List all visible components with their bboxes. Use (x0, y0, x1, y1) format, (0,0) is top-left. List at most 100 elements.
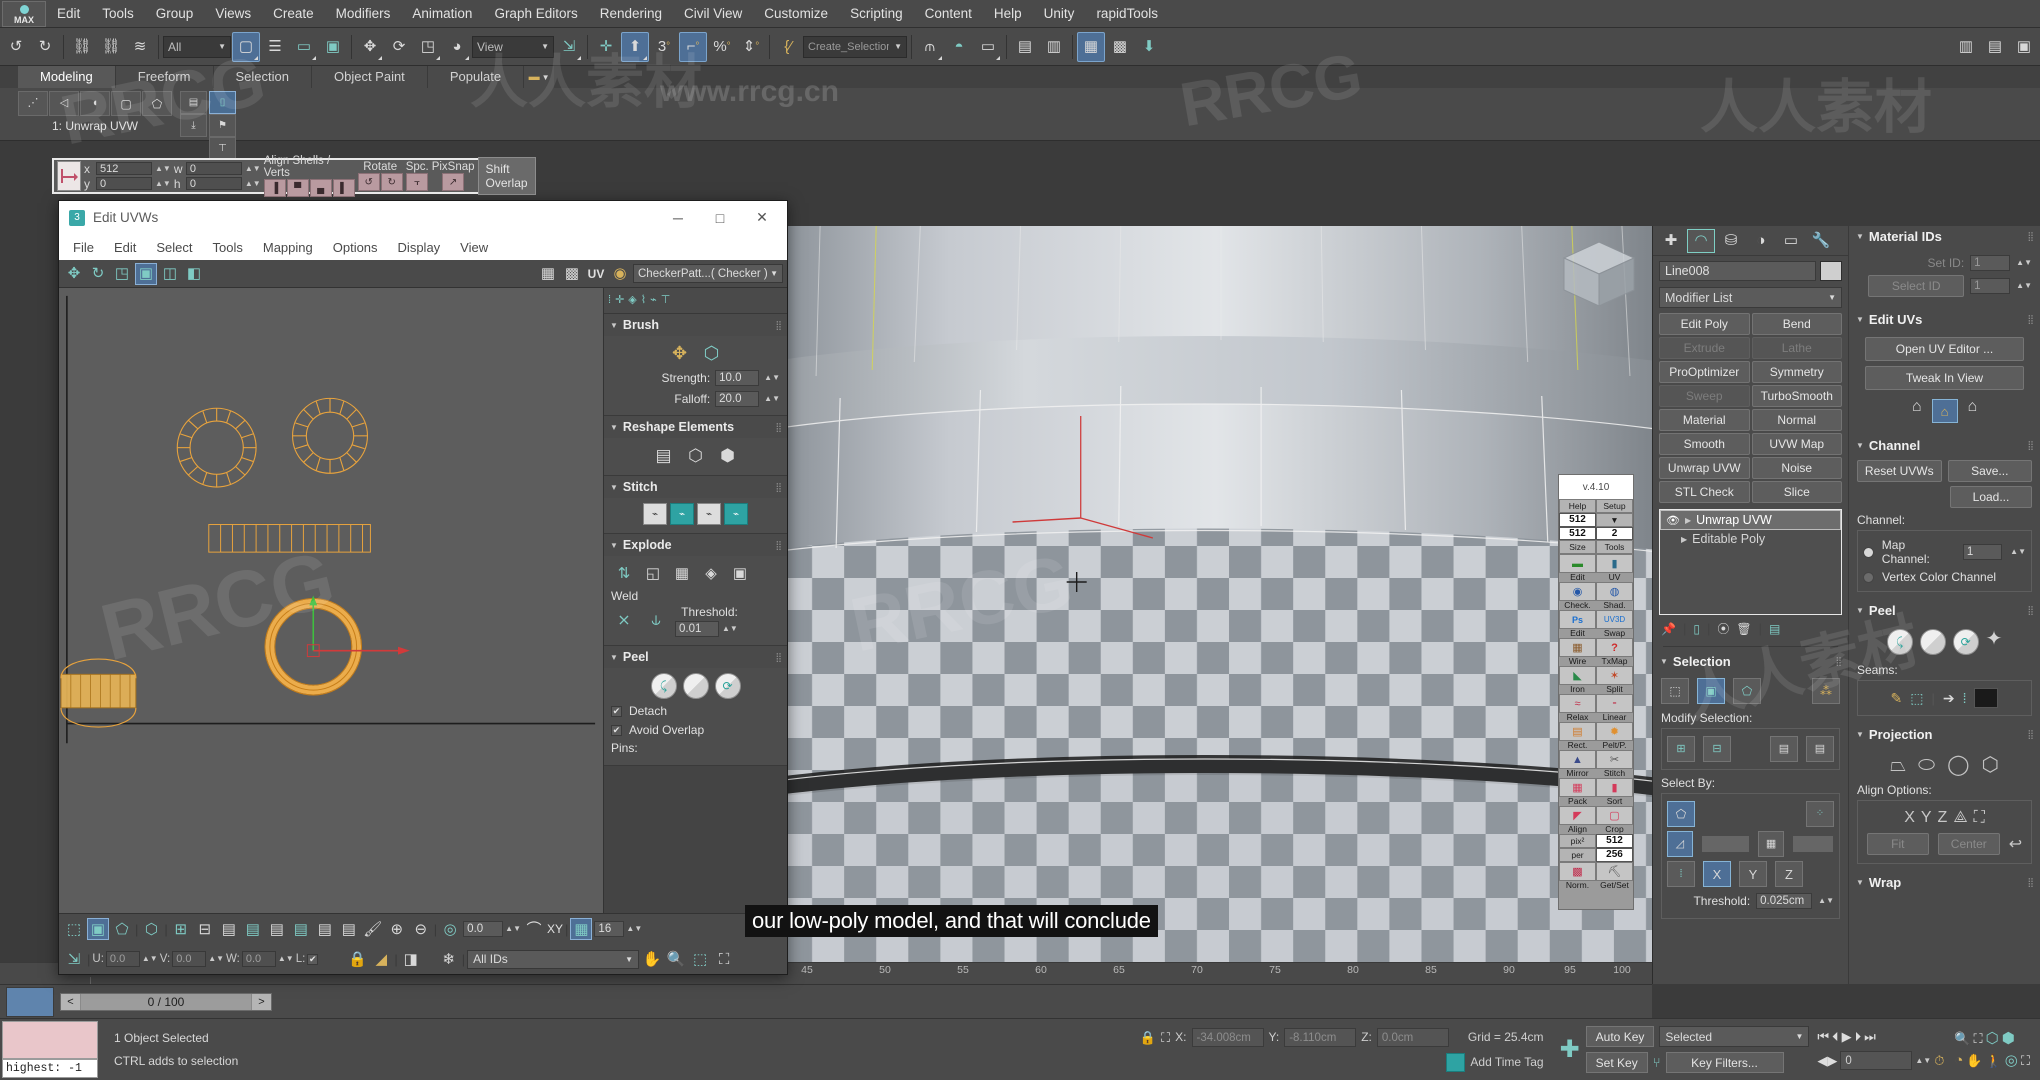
select-by-name-icon[interactable]: ☰ (261, 32, 289, 62)
uv-canvas[interactable] (59, 288, 604, 913)
plugin-photoshop-icon[interactable]: Ps (1559, 610, 1596, 629)
stitch-target-icon[interactable]: ⌁ (724, 503, 748, 525)
plugin-wire-icon[interactable]: ▦ (1559, 638, 1596, 657)
select-face-icon[interactable]: ⬠ (1733, 678, 1761, 704)
menu-item-content[interactable]: Content (914, 2, 983, 25)
space-horizontal-icon[interactable]: ⫟ (406, 173, 428, 191)
border-subobject-icon[interactable]: ◖ (80, 91, 110, 116)
rotate-center-icon[interactable]: ◎ (439, 918, 461, 940)
ribbon-tab-populate[interactable]: Populate (428, 66, 524, 88)
uvw-peel-rollout-header[interactable]: ▼ Peel ⣿ (604, 646, 787, 668)
weld-selected-icon[interactable]: ⁞ (608, 295, 611, 306)
show-end-result-icon[interactable]: ▯ (1693, 623, 1700, 635)
cylindrical-projection-icon[interactable]: ⬭ (1918, 755, 1935, 775)
uv-space-label[interactable]: UV (585, 263, 607, 285)
minimize-button[interactable]: ─ (657, 202, 699, 233)
modifier-material-button[interactable]: Material (1659, 409, 1750, 431)
align-to-view-icon[interactable]: ⛶ (1974, 809, 1985, 827)
uvw-menu-view[interactable]: View (450, 237, 498, 258)
max-app-button[interactable]: MAX (2, 1, 46, 27)
target-weld-icon[interactable]: ⨯ (611, 609, 637, 633)
open-uv-editor-button[interactable]: Open UV Editor ... (1865, 337, 2024, 361)
configure-modifier-sets-icon[interactable]: ▤ (1769, 623, 1780, 635)
maximize-viewport-icon[interactable]: ⛶ (2021, 1053, 2030, 1069)
select-by-element-icon[interactable]: ⬠ (1667, 801, 1695, 827)
plugin-iron-icon[interactable]: ◣ (1559, 666, 1596, 685)
menu-item-views[interactable]: Views (204, 2, 262, 25)
align-icon[interactable]: ⫙ (916, 32, 944, 62)
spinner-icon[interactable]: ▲▼ (626, 926, 642, 932)
reset-uvws-button[interactable]: Reset UVWs (1857, 460, 1942, 482)
align-right-icon[interactable]: ▌ (333, 179, 355, 197)
peel-mode-icon[interactable] (1920, 629, 1946, 655)
target-weld-icon[interactable]: ✛ (615, 295, 624, 306)
select-element-icon[interactable]: ⁂ (1812, 678, 1840, 704)
detach-checkbox[interactable]: ✔ (611, 706, 622, 717)
key-filters-button[interactable]: Key Filters... (1666, 1052, 1784, 1073)
plugin-crop-icon[interactable]: ▢ (1596, 806, 1633, 825)
select-and-place-icon[interactable]: ◕ (443, 32, 471, 62)
shrink-selection-icon[interactable]: ⊟ (194, 918, 216, 940)
modifier-stack-list[interactable]: 👁 ▶ Unwrap UVW ▶ Editable Poly (1659, 509, 1842, 615)
plugin-normalize-icon[interactable]: ▩ (1559, 862, 1596, 881)
selection-filter-dropdown[interactable]: All ▼ (163, 36, 231, 58)
uvw-menu-select[interactable]: Select (146, 237, 202, 258)
y-coord-input[interactable]: -8.110cm (1284, 1028, 1356, 1047)
close-button[interactable]: ✕ (741, 202, 783, 233)
maximize-button[interactable]: □ (699, 202, 741, 233)
wrap-rollout-header[interactable]: ▼ Wrap ⣿ (1849, 872, 2040, 893)
menu-item-animation[interactable]: Animation (401, 2, 483, 25)
object-color-swatch[interactable] (1820, 261, 1842, 281)
spinner-icon[interactable]: ▲▼ (208, 956, 224, 962)
render-iterative-icon[interactable]: ▤ (1981, 32, 2009, 62)
material-id-filter-dropdown[interactable]: All IDs ▼ (467, 950, 639, 969)
plugin-texmap-icon[interactable]: ? (1596, 638, 1633, 657)
select-id-input[interactable]: 1 (1970, 278, 2010, 294)
flip-element-icon[interactable]: ⬢ (715, 443, 741, 467)
align-left-icon[interactable]: ▐ (264, 179, 286, 197)
modifier-turbosmooth-button[interactable]: TurboSmooth (1752, 385, 1843, 407)
break-element-icon[interactable]: ⇅ (611, 561, 637, 585)
modifier-uvw-map-button[interactable]: UVW Map (1752, 433, 1843, 455)
tab-hierarchy-icon[interactable]: ⛁ (1717, 229, 1745, 253)
perspective-viewport[interactable] (780, 226, 1652, 980)
spinner-icon[interactable]: ▲▼ (2010, 549, 2026, 555)
modifier-mode-icon[interactable]: ▯ (209, 91, 236, 114)
menu-item-graph-editors[interactable]: Graph Editors (483, 2, 588, 25)
menu-item-edit[interactable]: Edit (46, 2, 91, 25)
select-and-link-icon[interactable]: ⛓ (68, 32, 96, 62)
load-channel-button[interactable]: Load... (1950, 486, 2032, 508)
add-time-tag-label[interactable]: Add Time Tag (1470, 1055, 1543, 1069)
grow-selection-icon[interactable]: ⊞ (170, 918, 192, 940)
plugin-pack-icon[interactable]: ▦ (1559, 778, 1596, 797)
explode-material-icon[interactable]: ▦ (669, 561, 695, 585)
plugin-edit-icon[interactable]: ▬ (1559, 554, 1596, 573)
field-of-view-icon[interactable]: ◔ (1954, 1053, 1963, 1068)
pin-stack-icon[interactable]: 📌 (1661, 623, 1676, 635)
plugin-linear-icon[interactable]: ⁃ (1596, 694, 1633, 713)
set-key-button[interactable]: Set Key (1586, 1052, 1648, 1073)
planar-angle-input[interactable] (1701, 835, 1750, 853)
window-crossing-toggle-icon[interactable]: ▣ (319, 32, 347, 62)
show-hidden-edges-icon[interactable]: ◨ (400, 948, 422, 970)
render-production-icon[interactable]: ▥ (1952, 32, 1980, 62)
stack-item-unwrap-uvw[interactable]: 👁 ▶ Unwrap UVW (1660, 510, 1841, 530)
plugin-rectangle-icon[interactable]: ▤ (1559, 722, 1596, 741)
modifier-noise-button[interactable]: Noise (1752, 457, 1843, 479)
chevron-right-icon[interactable]: ▶ (1685, 516, 1691, 525)
plugin-size-width-input[interactable]: 512 (1559, 513, 1596, 527)
align-z-button[interactable]: Z (1938, 809, 1948, 827)
plugin-uv-icon[interactable]: ▮ (1596, 554, 1633, 573)
select-mirror-icon[interactable]: ⁞ (1667, 861, 1695, 887)
select-vertex-icon[interactable]: ⬚ (1661, 678, 1689, 704)
strength-input[interactable]: 10.0 (715, 370, 759, 386)
ribbon-tab-modeling[interactable]: Modeling (18, 66, 116, 88)
paint-grow-icon[interactable]: ⊕ (386, 918, 408, 940)
x-input[interactable]: 512 (96, 162, 152, 175)
z-coord-input[interactable]: 0.0cm (1377, 1028, 1449, 1047)
curve-tool-icon[interactable]: ⌒ (523, 918, 545, 940)
ring-grow-icon[interactable]: ▤ (290, 918, 312, 940)
key-filters-toggle-icon[interactable]: ⑂ (1653, 1056, 1661, 1069)
status-mini-listener[interactable]: highest: -1 (0, 1019, 100, 1080)
menu-item-customize[interactable]: Customize (753, 2, 839, 25)
